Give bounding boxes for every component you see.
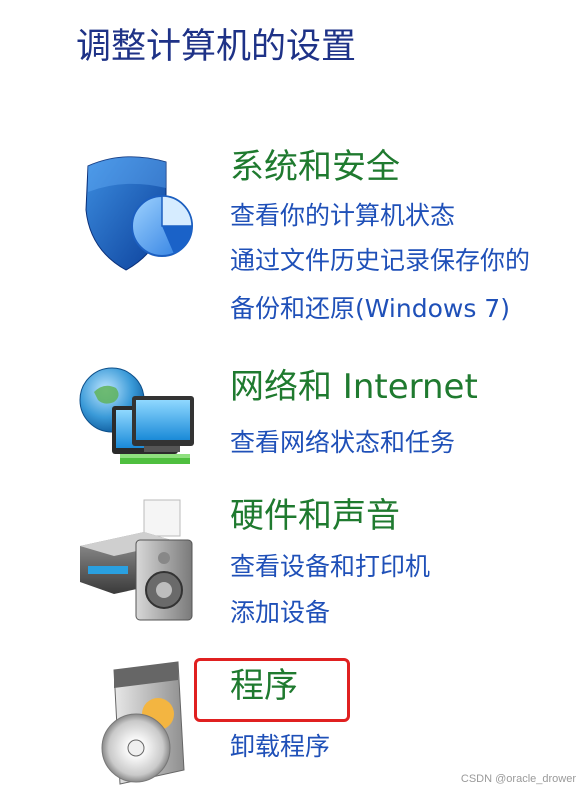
network-globe-icon[interactable] [74, 362, 204, 492]
heading-network-internet[interactable]: 网络和 Internet [230, 367, 478, 407]
printer-speaker-icon[interactable] [74, 494, 204, 624]
link-backup-restore[interactable]: 备份和还原(Windows 7) [230, 294, 510, 324]
link-file-history-save[interactable]: 通过文件历史记录保存你的 [230, 246, 530, 276]
link-view-computer-status[interactable]: 查看你的计算机状态 [230, 201, 455, 231]
page-title: 调整计算机的设置 [76, 27, 357, 67]
link-view-network-status[interactable]: 查看网络状态和任务 [230, 428, 455, 458]
link-uninstall-program[interactable]: 卸载程序 [230, 732, 330, 762]
link-view-devices-printers[interactable]: 查看设备和打印机 [230, 552, 430, 582]
heading-programs[interactable]: 程序 [230, 666, 298, 706]
control-panel-content: 调整计算机的设置 系统和安全 查看你的计算机状态 通过文件历史记录保存你的 备份… [0, 0, 582, 789]
watermark: CSDN @oracle_drower [460, 773, 576, 785]
programs-disc-icon[interactable] [74, 660, 204, 789]
heading-system-security[interactable]: 系统和安全 [230, 147, 400, 187]
heading-hardware-sound[interactable]: 硬件和声音 [230, 496, 400, 536]
shield-icon[interactable] [74, 148, 204, 278]
link-add-device[interactable]: 添加设备 [230, 598, 330, 628]
